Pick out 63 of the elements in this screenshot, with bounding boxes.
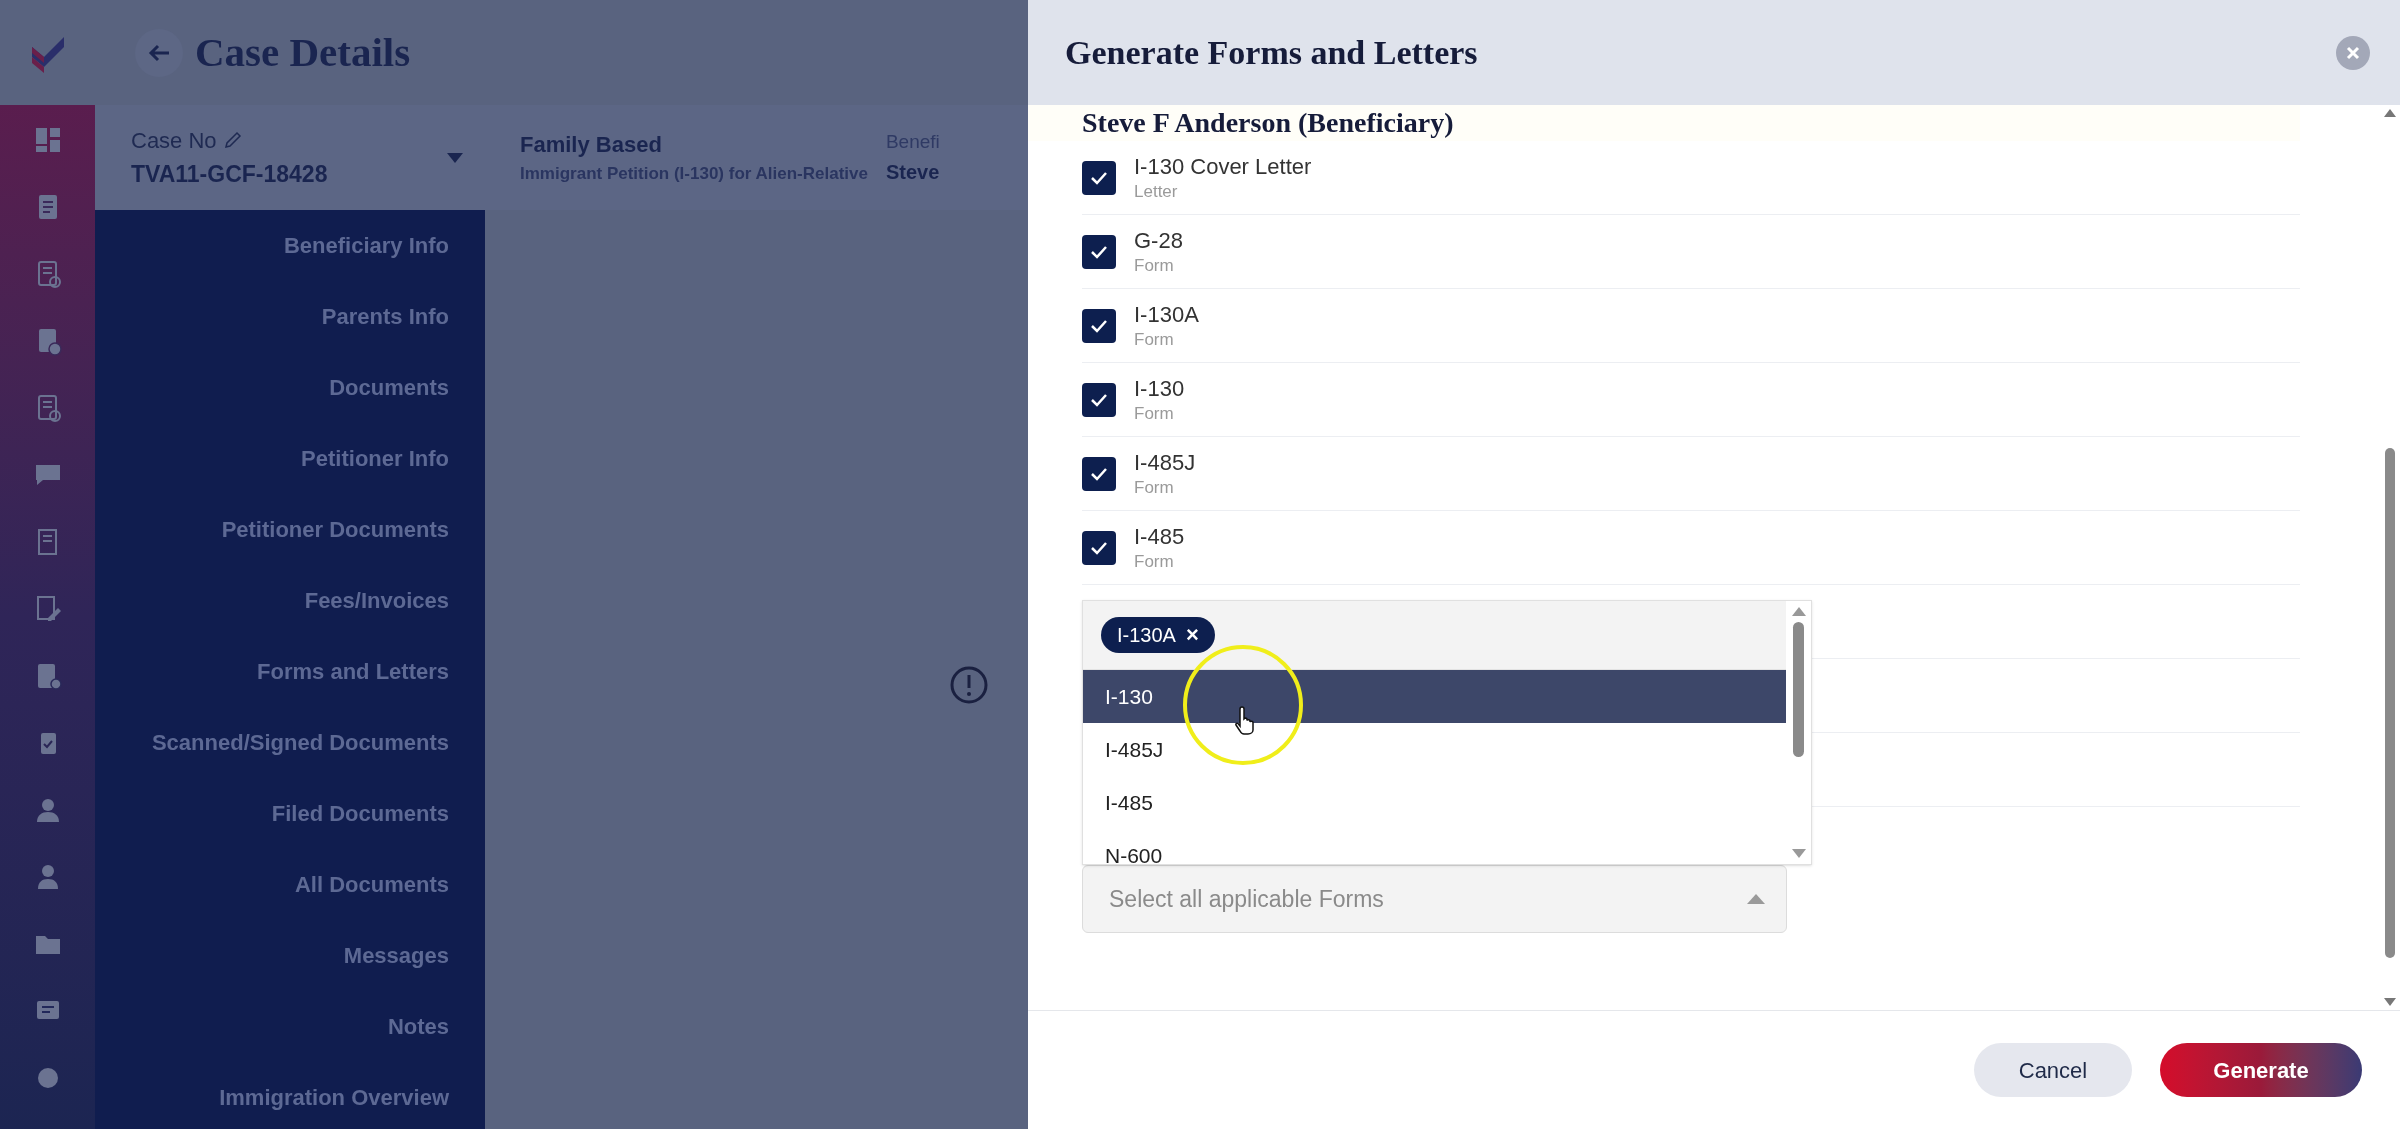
scroll-down-arrow-icon[interactable]	[2384, 998, 2396, 1006]
chip-label: I-130A	[1117, 623, 1176, 648]
check-icon	[1090, 466, 1108, 481]
form-name: I-130A	[1134, 300, 1199, 329]
form-type: Form	[1134, 550, 1175, 573]
checkbox[interactable]	[1082, 234, 1116, 269]
checkbox[interactable]	[1082, 382, 1116, 417]
nav-link[interactable]: Fees/Invoices	[304, 587, 449, 615]
alert-icon	[949, 665, 989, 705]
nav-link[interactable]: Messages	[343, 942, 449, 970]
dialog-title: Generate Forms and Letters	[1065, 33, 1478, 73]
page-title: Case Details	[195, 27, 411, 77]
check-icon	[1090, 170, 1108, 185]
back-arrow-icon	[148, 43, 170, 62]
case-category: Family Based	[520, 131, 663, 160]
form-name: I-130	[1134, 374, 1185, 403]
cancel-button[interactable]: Cancel	[1974, 1043, 2132, 1097]
form-type: Letter	[1134, 180, 1179, 203]
caret-down-icon[interactable]	[447, 152, 463, 163]
nav-link[interactable]: Immigration Overview	[219, 1084, 449, 1112]
dropdown-scrollbar-thumb[interactable]	[1793, 622, 1804, 757]
section-title: Steve F Anderson (Beneficiary)	[1082, 106, 1454, 140]
form-name: G-28	[1134, 226, 1183, 255]
close-button[interactable]	[2336, 35, 2370, 70]
form-name: I-130 Cover Letter	[1134, 152, 1312, 181]
check-icon	[1090, 244, 1108, 259]
case-number-label: Case No	[131, 126, 217, 155]
nav-link[interactable]: Scanned/Signed Documents	[151, 729, 449, 757]
nav-link[interactable]: Beneficiary Info	[283, 232, 449, 260]
nav-link[interactable]: Notes	[387, 1013, 449, 1041]
form-type: Form	[1134, 402, 1175, 425]
form-type: Form	[1134, 254, 1175, 277]
form-name: I-485J	[1134, 448, 1196, 477]
remove-chip-button[interactable]: ×	[1185, 624, 1199, 646]
nav-link[interactable]: Petitioner Info	[301, 445, 449, 473]
checkbox[interactable]	[1082, 308, 1116, 343]
nav-link[interactable]: Petitioner Documents	[221, 516, 449, 544]
dropdown-option[interactable]: N-600	[1083, 829, 1786, 864]
scroll-down-arrow-icon[interactable]	[1791, 849, 1806, 858]
close-icon	[2346, 45, 2360, 60]
nav-link[interactable]: Forms and Letters	[257, 658, 449, 686]
form-type: Form	[1134, 328, 1175, 351]
scroll-up-arrow-icon[interactable]	[1791, 607, 1806, 616]
scroll-up-arrow-icon[interactable]	[2384, 109, 2396, 117]
check-icon	[1090, 392, 1108, 407]
nav-link[interactable]: All Documents	[294, 871, 449, 899]
check-icon	[1090, 318, 1108, 333]
dropdown-option[interactable]: I-130	[1083, 670, 1786, 723]
case-number: TVA11-GCF-18428	[131, 159, 329, 189]
form-name: I-485	[1134, 522, 1185, 551]
check-icon	[1090, 540, 1108, 555]
caret-up-icon[interactable]	[1747, 894, 1765, 904]
nav-link[interactable]: Documents	[329, 374, 449, 402]
generate-button[interactable]: Generate	[2160, 1043, 2362, 1097]
nav-link[interactable]: Filed Documents	[271, 800, 449, 828]
edit-icon[interactable]	[222, 130, 243, 151]
forms-select-field[interactable]: Select all applicable Forms	[1082, 865, 1787, 933]
checkbox[interactable]	[1082, 456, 1116, 491]
beneficiary-name: Steve	[885, 159, 940, 185]
form-type: Form	[1134, 476, 1175, 499]
checkbox[interactable]	[1082, 160, 1116, 195]
checkbox[interactable]	[1082, 530, 1116, 565]
nav-link[interactable]: Parents Info	[321, 303, 449, 331]
